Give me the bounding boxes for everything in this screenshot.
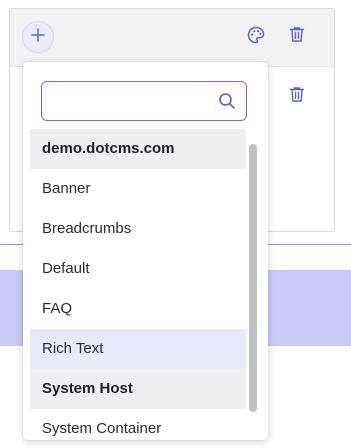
- trash-icon: [289, 26, 305, 48]
- container-list: demo.dotcms.com Banner Breadcrumbs Defau…: [30, 129, 246, 440]
- list-item[interactable]: FAQ: [30, 289, 246, 329]
- add-container-button[interactable]: [22, 21, 54, 53]
- search-icon: [218, 92, 236, 110]
- delete-row-button[interactable]: [286, 26, 308, 48]
- list-item[interactable]: Default: [30, 249, 246, 289]
- list-group-header: demo.dotcms.com: [30, 129, 246, 169]
- search-field[interactable]: [41, 81, 247, 121]
- trash-icon: [289, 86, 305, 108]
- list-group-header: System Host: [30, 369, 246, 409]
- search-input[interactable]: [50, 90, 214, 114]
- scrollbar-thumb[interactable]: [249, 144, 257, 412]
- list-item[interactable]: Banner: [30, 169, 246, 209]
- delete-container-button[interactable]: [286, 86, 308, 108]
- card-header: [10, 9, 334, 67]
- palette-icon: [247, 26, 265, 49]
- list-item[interactable]: Breadcrumbs: [30, 209, 246, 249]
- plus-icon: [31, 27, 45, 47]
- list-item-highlighted[interactable]: Rich Text: [30, 329, 246, 369]
- list-item[interactable]: System Container: [30, 409, 246, 440]
- scrollbar[interactable]: [246, 129, 260, 429]
- container-picker-dropdown: demo.dotcms.com Banner Breadcrumbs Defau…: [23, 62, 268, 440]
- palette-button[interactable]: [245, 26, 267, 48]
